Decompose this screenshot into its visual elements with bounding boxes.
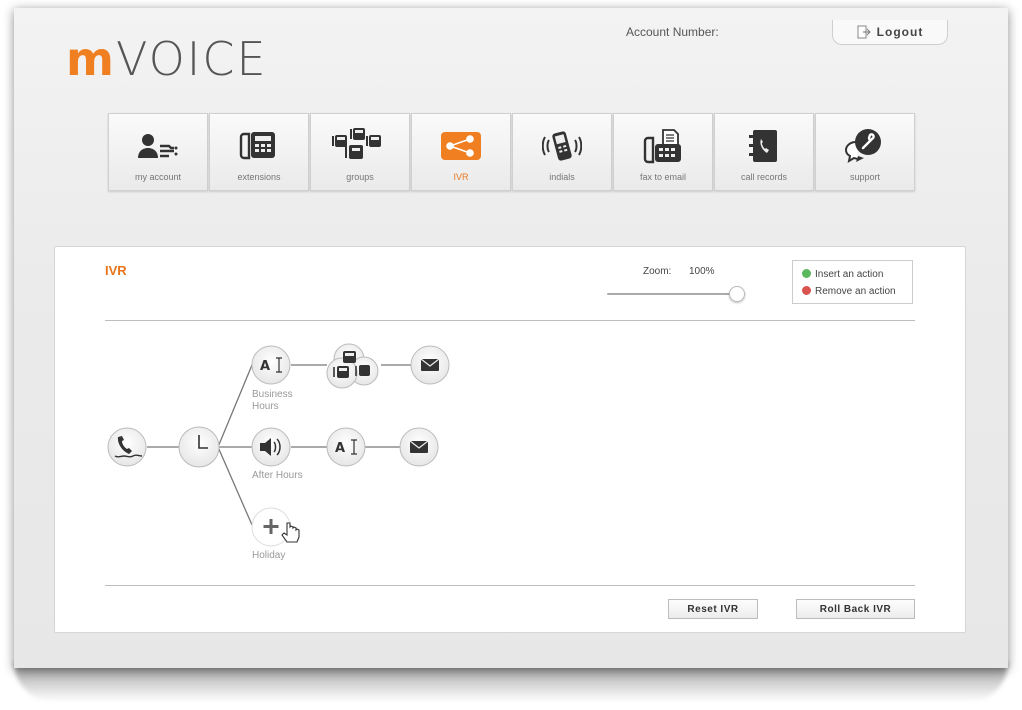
nav-support[interactable]: support — [815, 113, 915, 191]
nav-groups[interactable]: groups — [310, 113, 410, 191]
nav-label: extensions — [237, 172, 281, 182]
svg-text:A: A — [335, 441, 345, 456]
add-holiday-node[interactable] — [251, 507, 300, 547]
nav-extensions[interactable]: extensions — [209, 113, 309, 191]
nav-label: IVR — [453, 172, 469, 182]
after-hours-node[interactable] — [251, 427, 291, 467]
holiday-label: Holiday — [252, 550, 285, 561]
ringing-mobile-icon — [542, 131, 582, 161]
nav-label: indials — [549, 172, 575, 182]
roll-back-ivr-button[interactable]: Roll Back IVR — [796, 599, 915, 619]
nav-my-account[interactable]: my account — [108, 113, 208, 191]
logout-icon — [857, 25, 871, 39]
nav-call-records[interactable]: call records — [714, 113, 814, 191]
user-icon — [138, 134, 178, 158]
business-hours-label-1: Business — [252, 389, 293, 400]
reset-ivr-button[interactable]: Reset IVR — [668, 599, 758, 619]
phone-book-icon — [749, 130, 777, 162]
extension-group-node[interactable] — [326, 343, 379, 389]
main-nav: my account extensions groups IVR indials — [108, 113, 916, 191]
ivr-flow-diagram: A Business Hours After Hours A Holiday — [107, 343, 450, 561]
voicemail-email-node-1[interactable] — [410, 345, 450, 385]
envelope-icon — [409, 440, 429, 453]
business-hours-node[interactable]: A — [251, 345, 291, 385]
ivr-panel: IVR Zoom: 100% Insert an action Remove a… — [54, 246, 966, 633]
after-hours-tts-node[interactable]: A — [326, 427, 366, 467]
bottom-divider — [105, 585, 915, 586]
business-hours-label-2: Hours — [252, 401, 279, 412]
nav-ivr[interactable]: IVR — [411, 113, 511, 191]
fax-icon — [643, 129, 681, 164]
logout-button[interactable]: Logout — [832, 20, 948, 45]
app-window: mVOICE Account Number: Logout my account… — [14, 8, 1008, 668]
phone-group-icon — [332, 128, 381, 159]
ivr-flow-icon — [441, 132, 481, 160]
mvoice-logo: mVOICE — [66, 32, 268, 86]
account-number-label: Account Number: — [626, 25, 719, 39]
voicemail-email-node-2[interactable] — [399, 427, 439, 467]
after-hours-label: After Hours — [252, 470, 303, 481]
nav-indials[interactable]: indials — [512, 113, 612, 191]
nav-label: groups — [346, 172, 374, 182]
nav-fax-to-email[interactable]: fax to email — [613, 113, 713, 191]
nav-label: fax to email — [639, 172, 687, 182]
incoming-call-node[interactable] — [107, 427, 147, 467]
time-condition-node[interactable] — [178, 426, 220, 468]
envelope-icon — [420, 358, 440, 371]
nav-label: call records — [740, 172, 787, 182]
nav-label: my account — [134, 172, 182, 182]
desk-phone-icon — [239, 132, 275, 160]
nav-label: support — [849, 172, 881, 182]
svg-text:A: A — [260, 359, 270, 374]
support-chat-icon — [844, 129, 881, 164]
page-shadow — [14, 662, 1008, 702]
